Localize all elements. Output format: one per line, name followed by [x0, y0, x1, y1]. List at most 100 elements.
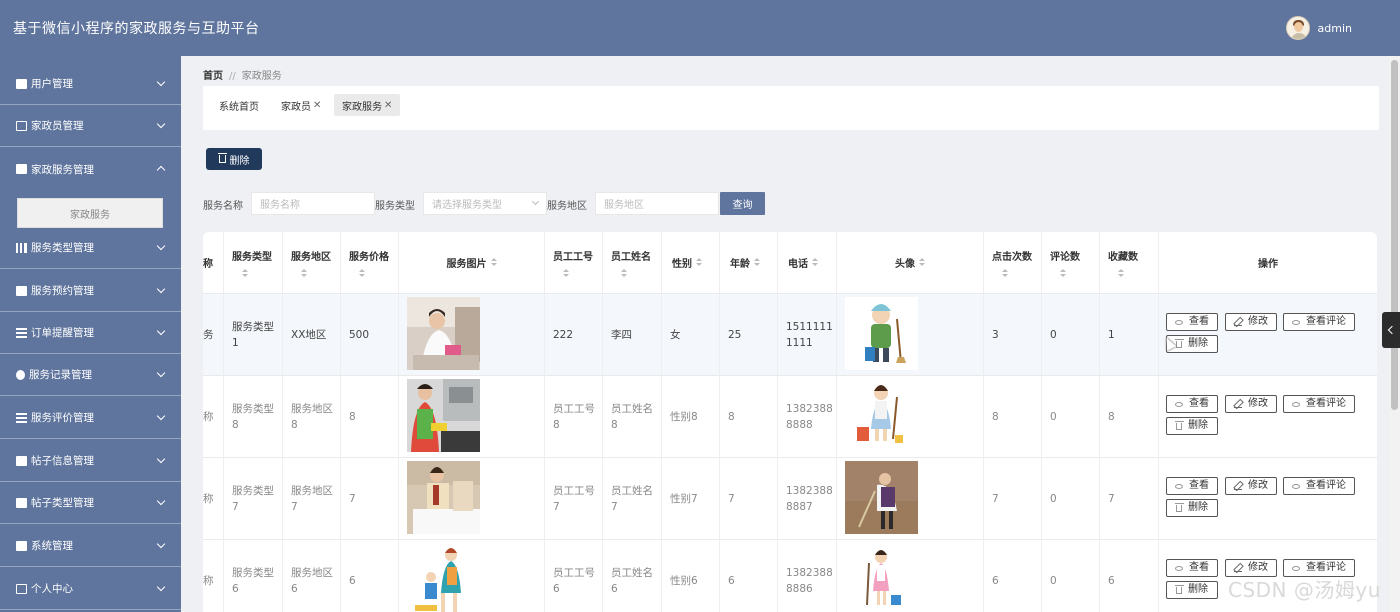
- sidebar-item-service-records[interactable]: 服务记录管理: [0, 354, 181, 396]
- column-header-phone[interactable]: 电话: [778, 232, 837, 293]
- batch-delete-button[interactable]: 删除: [206, 148, 262, 170]
- chevron-down-icon: [156, 411, 166, 421]
- cell-avatar: [837, 458, 984, 540]
- breadcrumb-current: 家政服务: [241, 71, 282, 82]
- sort-icon[interactable]: [696, 258, 702, 267]
- close-icon[interactable]: ✕: [313, 100, 321, 111]
- sort-icon[interactable]: [301, 268, 307, 278]
- sidebar-item-label: 家政员管理: [31, 120, 84, 132]
- sort-icon[interactable]: [754, 258, 760, 267]
- view-button[interactable]: 查看: [1166, 395, 1218, 413]
- tag-housekeeper[interactable]: 家政员 ✕: [273, 94, 329, 116]
- column-header-image[interactable]: 服务图片: [399, 232, 545, 293]
- service-photo[interactable]: [407, 379, 480, 452]
- cell-price: 7: [349, 493, 356, 505]
- view-button[interactable]: 查看: [1166, 313, 1218, 331]
- sidebar-item-label: 服务记录管理: [29, 369, 92, 381]
- cell-avatar: [837, 540, 984, 612]
- column-header-age[interactable]: 年龄: [720, 232, 778, 293]
- avatar[interactable]: [845, 461, 918, 534]
- chevron-down-icon: [156, 496, 166, 506]
- delete-button[interactable]: 删除: [1166, 417, 1218, 435]
- service-area-input[interactable]: 服务地区: [595, 192, 719, 215]
- column-header-comments[interactable]: 评论数: [1042, 232, 1100, 293]
- service-photo[interactable]: [407, 297, 480, 370]
- sidebar-item-services[interactable]: 家政服务管理: [0, 148, 181, 190]
- sidebar-item-profile[interactable]: 个人中心: [0, 568, 181, 610]
- column-header-avatar[interactable]: 头像: [837, 232, 984, 293]
- sort-icon[interactable]: [490, 258, 497, 267]
- service-photo[interactable]: [407, 543, 480, 612]
- sort-icon[interactable]: [812, 258, 818, 267]
- delete-button[interactable]: 删除: [1166, 499, 1218, 517]
- table-row[interactable]: 称 服务类型 7 服务地区 7 7 员工工号 7 员工姓名 7 性别7 7 138238…: [203, 458, 1377, 540]
- sidebar-item-post-types[interactable]: 帖子类型管理: [0, 482, 181, 524]
- table-row[interactable]: 称 服务类型 6 服务地区 6 6 员工工号 6 员工姓名 6 性别6 6 138238…: [203, 540, 1377, 612]
- cell-image: [399, 540, 545, 612]
- delete-button[interactable]: 删除: [1166, 581, 1218, 599]
- sidebar-item-reviews[interactable]: 服务评价管理: [0, 397, 181, 439]
- avatar[interactable]: [1285, 16, 1310, 40]
- service-photo[interactable]: [407, 461, 480, 534]
- sort-icon[interactable]: [242, 268, 248, 278]
- view-comments-button[interactable]: 查看评论: [1283, 395, 1355, 413]
- sort-icon[interactable]: [359, 268, 365, 278]
- cell-avatar: [837, 376, 984, 458]
- tag-service[interactable]: 家政服务 ✕: [334, 94, 401, 116]
- chevron-down-icon: [156, 119, 166, 129]
- sidebar-item-posts[interactable]: 帖子信息管理: [0, 440, 181, 482]
- button-label: 查看评论: [1306, 316, 1346, 327]
- view-button[interactable]: 查看: [1166, 559, 1218, 577]
- sort-icon[interactable]: [621, 268, 627, 278]
- header-text: 名称: [203, 259, 213, 270]
- view-comments-button[interactable]: 查看评论: [1283, 313, 1355, 331]
- user-menu[interactable]: admin: [1285, 16, 1352, 40]
- header-text: 头像: [895, 259, 915, 270]
- table-row[interactable]: 务 服务类型 1 XX地区 500 222 李四 女 25 1511111 1111…: [203, 294, 1377, 376]
- column-header-clicks[interactable]: 点击次数: [984, 232, 1042, 293]
- column-header-emp-no[interactable]: 员工工号: [545, 232, 603, 293]
- avatar[interactable]: [845, 543, 918, 612]
- button-label: 查看评论: [1306, 398, 1346, 409]
- tag-system-home[interactable]: 系统首页: [211, 94, 267, 116]
- chevron-up-icon: [156, 165, 166, 175]
- edit-button[interactable]: 修改: [1225, 395, 1277, 413]
- query-button[interactable]: 查询: [720, 192, 765, 215]
- column-header-gender[interactable]: 性别: [662, 232, 720, 293]
- sort-icon[interactable]: [919, 258, 925, 267]
- sidebar-item-housekeepers[interactable]: 家政员管理: [0, 105, 181, 147]
- sidebar-item-bookings[interactable]: 服务预约管理: [0, 270, 181, 312]
- edit-button[interactable]: 修改: [1225, 313, 1277, 331]
- avatar[interactable]: [845, 297, 918, 370]
- breadcrumb-home[interactable]: 首页: [203, 71, 223, 82]
- sidebar-item-system[interactable]: 系统管理: [0, 525, 181, 567]
- sort-icon[interactable]: [1118, 268, 1124, 278]
- sort-icon[interactable]: [1060, 268, 1066, 278]
- edit-button[interactable]: 修改: [1225, 477, 1277, 495]
- avatar[interactable]: [845, 379, 918, 452]
- username[interactable]: admin: [1318, 22, 1352, 35]
- table-row[interactable]: 称 服务类型 8 服务地区 8 8 员工工号 8 员工姓名 8 性别8 8 138238…: [203, 376, 1377, 458]
- sidebar-item-service-types[interactable]: 服务类型管理: [0, 227, 181, 269]
- side-drawer-toggle[interactable]: [1382, 312, 1400, 348]
- cell-favorites: 8: [1108, 411, 1115, 423]
- grid-icon: [16, 78, 27, 89]
- sidebar-item-users[interactable]: 用户管理: [0, 63, 181, 105]
- eye-icon: [1175, 401, 1183, 407]
- view-button[interactable]: 查看: [1166, 477, 1218, 495]
- close-icon[interactable]: ✕: [384, 100, 392, 111]
- scrollbar-thumb[interactable]: [1391, 60, 1398, 410]
- sidebar-item-order-reminders[interactable]: 订单提醒管理: [0, 312, 181, 354]
- column-header-emp-name[interactable]: 员工姓名: [603, 232, 662, 293]
- service-type-select[interactable]: 请选择服务类型: [423, 192, 547, 215]
- column-header-type[interactable]: 服务类型: [224, 232, 283, 293]
- column-header-favorites[interactable]: 收藏数: [1100, 232, 1159, 293]
- column-header-name[interactable]: 名称: [203, 232, 224, 293]
- sort-icon[interactable]: [1002, 268, 1008, 278]
- column-header-price[interactable]: 服务价格: [341, 232, 399, 293]
- column-header-area[interactable]: 服务地区: [283, 232, 341, 293]
- sidebar-subitem-service[interactable]: 家政服务: [17, 198, 163, 228]
- service-name-input[interactable]: 服务名称: [251, 192, 375, 215]
- view-comments-button[interactable]: 查看评论: [1283, 477, 1355, 495]
- sort-icon[interactable]: [563, 268, 569, 278]
